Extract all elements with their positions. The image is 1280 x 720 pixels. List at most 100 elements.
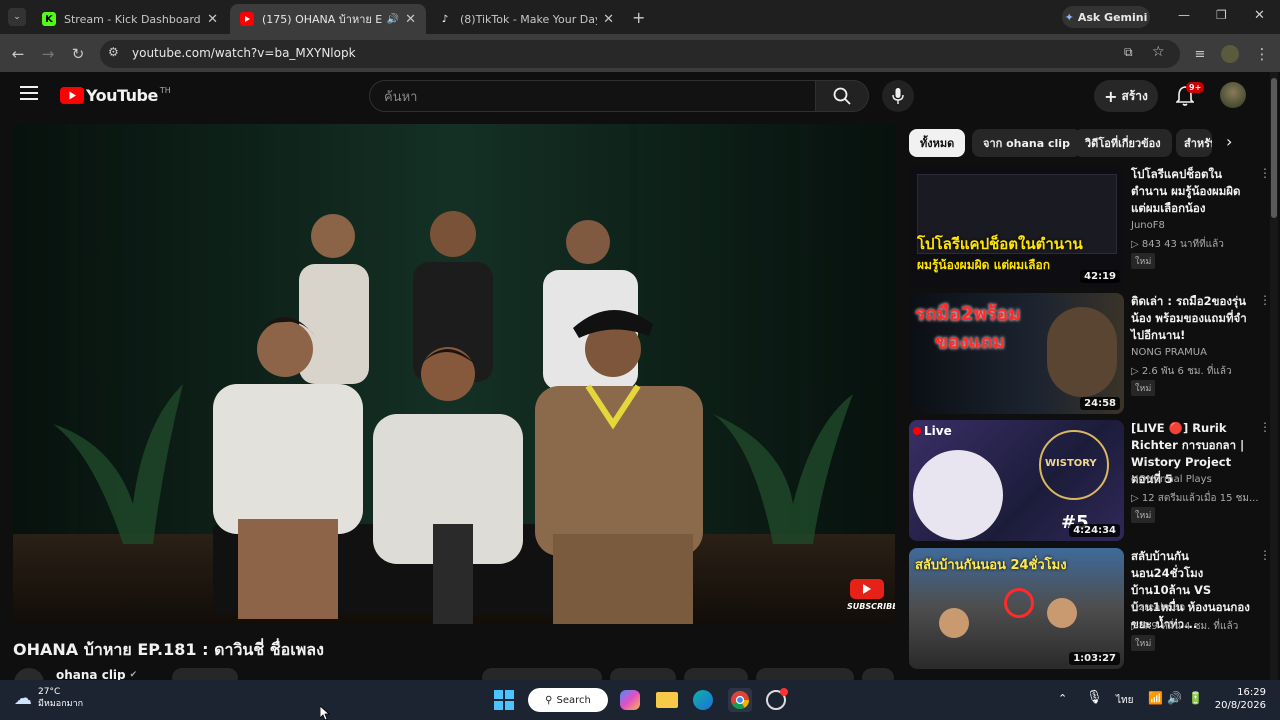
chip-for-you[interactable]: สำหรับ xyxy=(1176,129,1212,157)
logo-text: YouTube xyxy=(86,86,158,105)
recommendation-card[interactable]: Live WISTORY #5 4:24:34 [LIVE 🔴] Rurik R… xyxy=(909,420,1271,542)
like-dislike-button[interactable] xyxy=(482,668,602,680)
youtube-page: YouTube TH ค้นหา + สร้าง 9+ SUBSCRIBE OH… xyxy=(0,72,1280,680)
bookmark-star-icon[interactable]: ☆ xyxy=(1152,44,1165,60)
recommendation-card[interactable]: รถมือ2พร้อม ของแถม 24:58 ติดเล่า : รถมือ… xyxy=(909,293,1271,415)
thumb-headline: สลับบ้านกันนอน 24ชั่วโมง xyxy=(915,558,1067,573)
search-button[interactable] xyxy=(815,80,869,112)
reload-icon[interactable]: ↻ xyxy=(68,44,88,64)
rec-title: โปโลรีแคปช็อตในตำนาน ผมรู้น้องผมผิด แต่ผ… xyxy=(1131,167,1241,215)
save-button[interactable] xyxy=(756,668,854,680)
tab-search-icon[interactable]: ⌄ xyxy=(8,8,26,26)
tray-overflow-icon[interactable]: ⌃ xyxy=(1058,692,1067,705)
new-badge: ใหม่ xyxy=(1131,253,1156,269)
tab-title: Stream - Kick Dashboard xyxy=(64,12,201,26)
cloud-icon: ☁ xyxy=(14,687,32,709)
subscribe-watermark[interactable] xyxy=(850,579,884,599)
create-button[interactable]: + สร้าง xyxy=(1094,80,1158,112)
clock[interactable]: 16:29 20/8/2026 xyxy=(1212,686,1266,712)
tab-tiktok[interactable]: ♪ (8)TikTok - Make Your Day ✕ xyxy=(428,4,624,34)
clip-button[interactable] xyxy=(684,668,748,680)
channel-name[interactable]: ohana clip ✔ xyxy=(56,668,137,680)
chip-related[interactable]: วิดีโอที่เกี่ยวข้อง xyxy=(1074,129,1172,157)
maximize-icon[interactable]: ❐ xyxy=(1216,8,1227,22)
volume-icon[interactable]: 🔊 xyxy=(1167,691,1182,705)
account-avatar[interactable] xyxy=(1220,82,1246,108)
chip-from-channel[interactable]: จาก ohana clip xyxy=(972,129,1081,157)
chip-all[interactable]: ทั้งหมด xyxy=(909,129,966,157)
tab-youtube[interactable]: (175) OHANA บ้าหาย EP.181 🔊 ✕ xyxy=(230,4,426,34)
battery-icon[interactable]: 🔋 xyxy=(1188,691,1203,705)
video-player[interactable]: SUBSCRIBE xyxy=(13,124,895,624)
tab-kick[interactable]: K Stream - Kick Dashboard ✕ xyxy=(32,4,228,34)
browser-menu-icon[interactable]: ⋮ xyxy=(1252,44,1272,64)
file-explorer-icon[interactable] xyxy=(656,692,678,708)
back-icon[interactable]: ← xyxy=(8,44,28,64)
video-thumbnail: สลับบ้านกันนอน 24ชั่วโมง 1:03:27 xyxy=(909,548,1124,669)
recommendation-card[interactable]: สลับบ้านกันนอน 24ชั่วโมง 1:03:27 สลับบ้า… xyxy=(909,548,1271,670)
clock-date: 20/8/2026 xyxy=(1214,700,1266,711)
search-input[interactable]: ค้นหา xyxy=(369,80,816,112)
scrollbar-thumb[interactable] xyxy=(1271,78,1277,218)
wifi-icon[interactable]: 📶 xyxy=(1148,691,1163,705)
notifications-button[interactable]: 9+ xyxy=(1176,82,1205,106)
rec-channel: Ozrealman xyxy=(1131,602,1186,613)
language-indicator[interactable]: ไทย xyxy=(1116,693,1133,708)
weather-temp: 27°C xyxy=(38,687,61,697)
media-control-icon[interactable]: ≡ xyxy=(1190,44,1210,64)
minimize-icon[interactable]: — xyxy=(1178,8,1190,22)
chips-next-icon[interactable]: › xyxy=(1226,132,1232,151)
weather-desc: มีหมอกมาก xyxy=(38,699,84,709)
video-thumbnail: โปโลรีแคปช็อตในตำนาน ผมรู้น้องผมผิด แต่ผ… xyxy=(909,166,1124,287)
more-actions-button[interactable] xyxy=(862,668,894,680)
edge-icon[interactable] xyxy=(693,690,713,710)
obs-icon[interactable] xyxy=(766,688,788,710)
youtube-favicon-icon xyxy=(240,12,254,26)
new-tab-icon[interactable]: + xyxy=(632,8,645,27)
channel-avatar[interactable] xyxy=(14,668,44,680)
taskbar-search-label: Search xyxy=(556,694,591,706)
close-tab-icon[interactable]: ✕ xyxy=(207,12,218,27)
video-duration: 24:58 xyxy=(1080,397,1120,410)
video-thumbnail: รถมือ2พร้อม ของแถม 24:58 xyxy=(909,293,1124,414)
profile-avatar[interactable] xyxy=(1220,44,1240,64)
new-badge: ใหม่ xyxy=(1131,635,1156,651)
page-scrollbar[interactable] xyxy=(1270,72,1278,680)
thumb-subheadline: ของแถม xyxy=(935,331,1005,353)
region-code: TH xyxy=(159,86,171,95)
voice-search-button[interactable] xyxy=(882,80,914,112)
video-thumbnail: Live WISTORY #5 4:24:34 xyxy=(909,420,1124,541)
video-frame xyxy=(13,124,895,624)
hamburger-menu-icon[interactable] xyxy=(20,86,38,100)
rec-channel: NONormal Plays xyxy=(1131,474,1212,485)
recommendation-card[interactable]: โปโลรีแคปช็อตในตำนาน ผมรู้น้องผมผิด แต่ผ… xyxy=(909,166,1271,288)
taskbar-search[interactable]: ⚲ Search xyxy=(528,688,608,712)
video-duration: 4:24:34 xyxy=(1069,524,1120,537)
start-button[interactable] xyxy=(494,690,514,710)
url-text: youtube.com/watch?v=ba_MXYNlopk xyxy=(132,46,356,60)
rec-channel: JunoF8 xyxy=(1131,220,1165,231)
verified-icon: ✔ xyxy=(129,670,138,680)
rec-channel: NONG PRAMUA xyxy=(1131,347,1207,358)
speaker-icon[interactable]: 🔊 xyxy=(387,14,399,25)
thumb-headline: WISTORY xyxy=(1045,458,1097,469)
close-tab-icon[interactable]: ✕ xyxy=(405,12,416,27)
site-info-icon[interactable]: ⚙ xyxy=(108,45,119,59)
ask-gemini-button[interactable]: ✦ Ask Gemini xyxy=(1062,6,1150,28)
copilot-icon[interactable] xyxy=(620,690,640,710)
share-button[interactable] xyxy=(610,668,676,680)
close-tab-icon[interactable]: ✕ xyxy=(603,12,614,27)
weather-widget[interactable]: ☁ 27°C มีหมอกมาก xyxy=(14,686,83,710)
gemini-icon: ✦ xyxy=(1064,10,1074,24)
close-window-icon[interactable]: ✕ xyxy=(1254,8,1265,23)
address-bar[interactable]: ⚙ youtube.com/watch?v=ba_MXYNlopk ⧉ ☆ xyxy=(100,40,1180,68)
microphone-tray-icon[interactable]: 🎙 xyxy=(1086,690,1103,705)
install-app-icon[interactable]: ⧉ xyxy=(1124,45,1133,60)
subscribe-button[interactable] xyxy=(172,668,238,680)
search-icon xyxy=(833,87,851,105)
youtube-logo-icon xyxy=(60,87,84,104)
video-duration: 1:03:27 xyxy=(1069,652,1120,665)
youtube-logo[interactable]: YouTube TH xyxy=(60,86,171,105)
chrome-icon[interactable] xyxy=(728,688,752,712)
forward-icon[interactable]: → xyxy=(38,44,58,64)
